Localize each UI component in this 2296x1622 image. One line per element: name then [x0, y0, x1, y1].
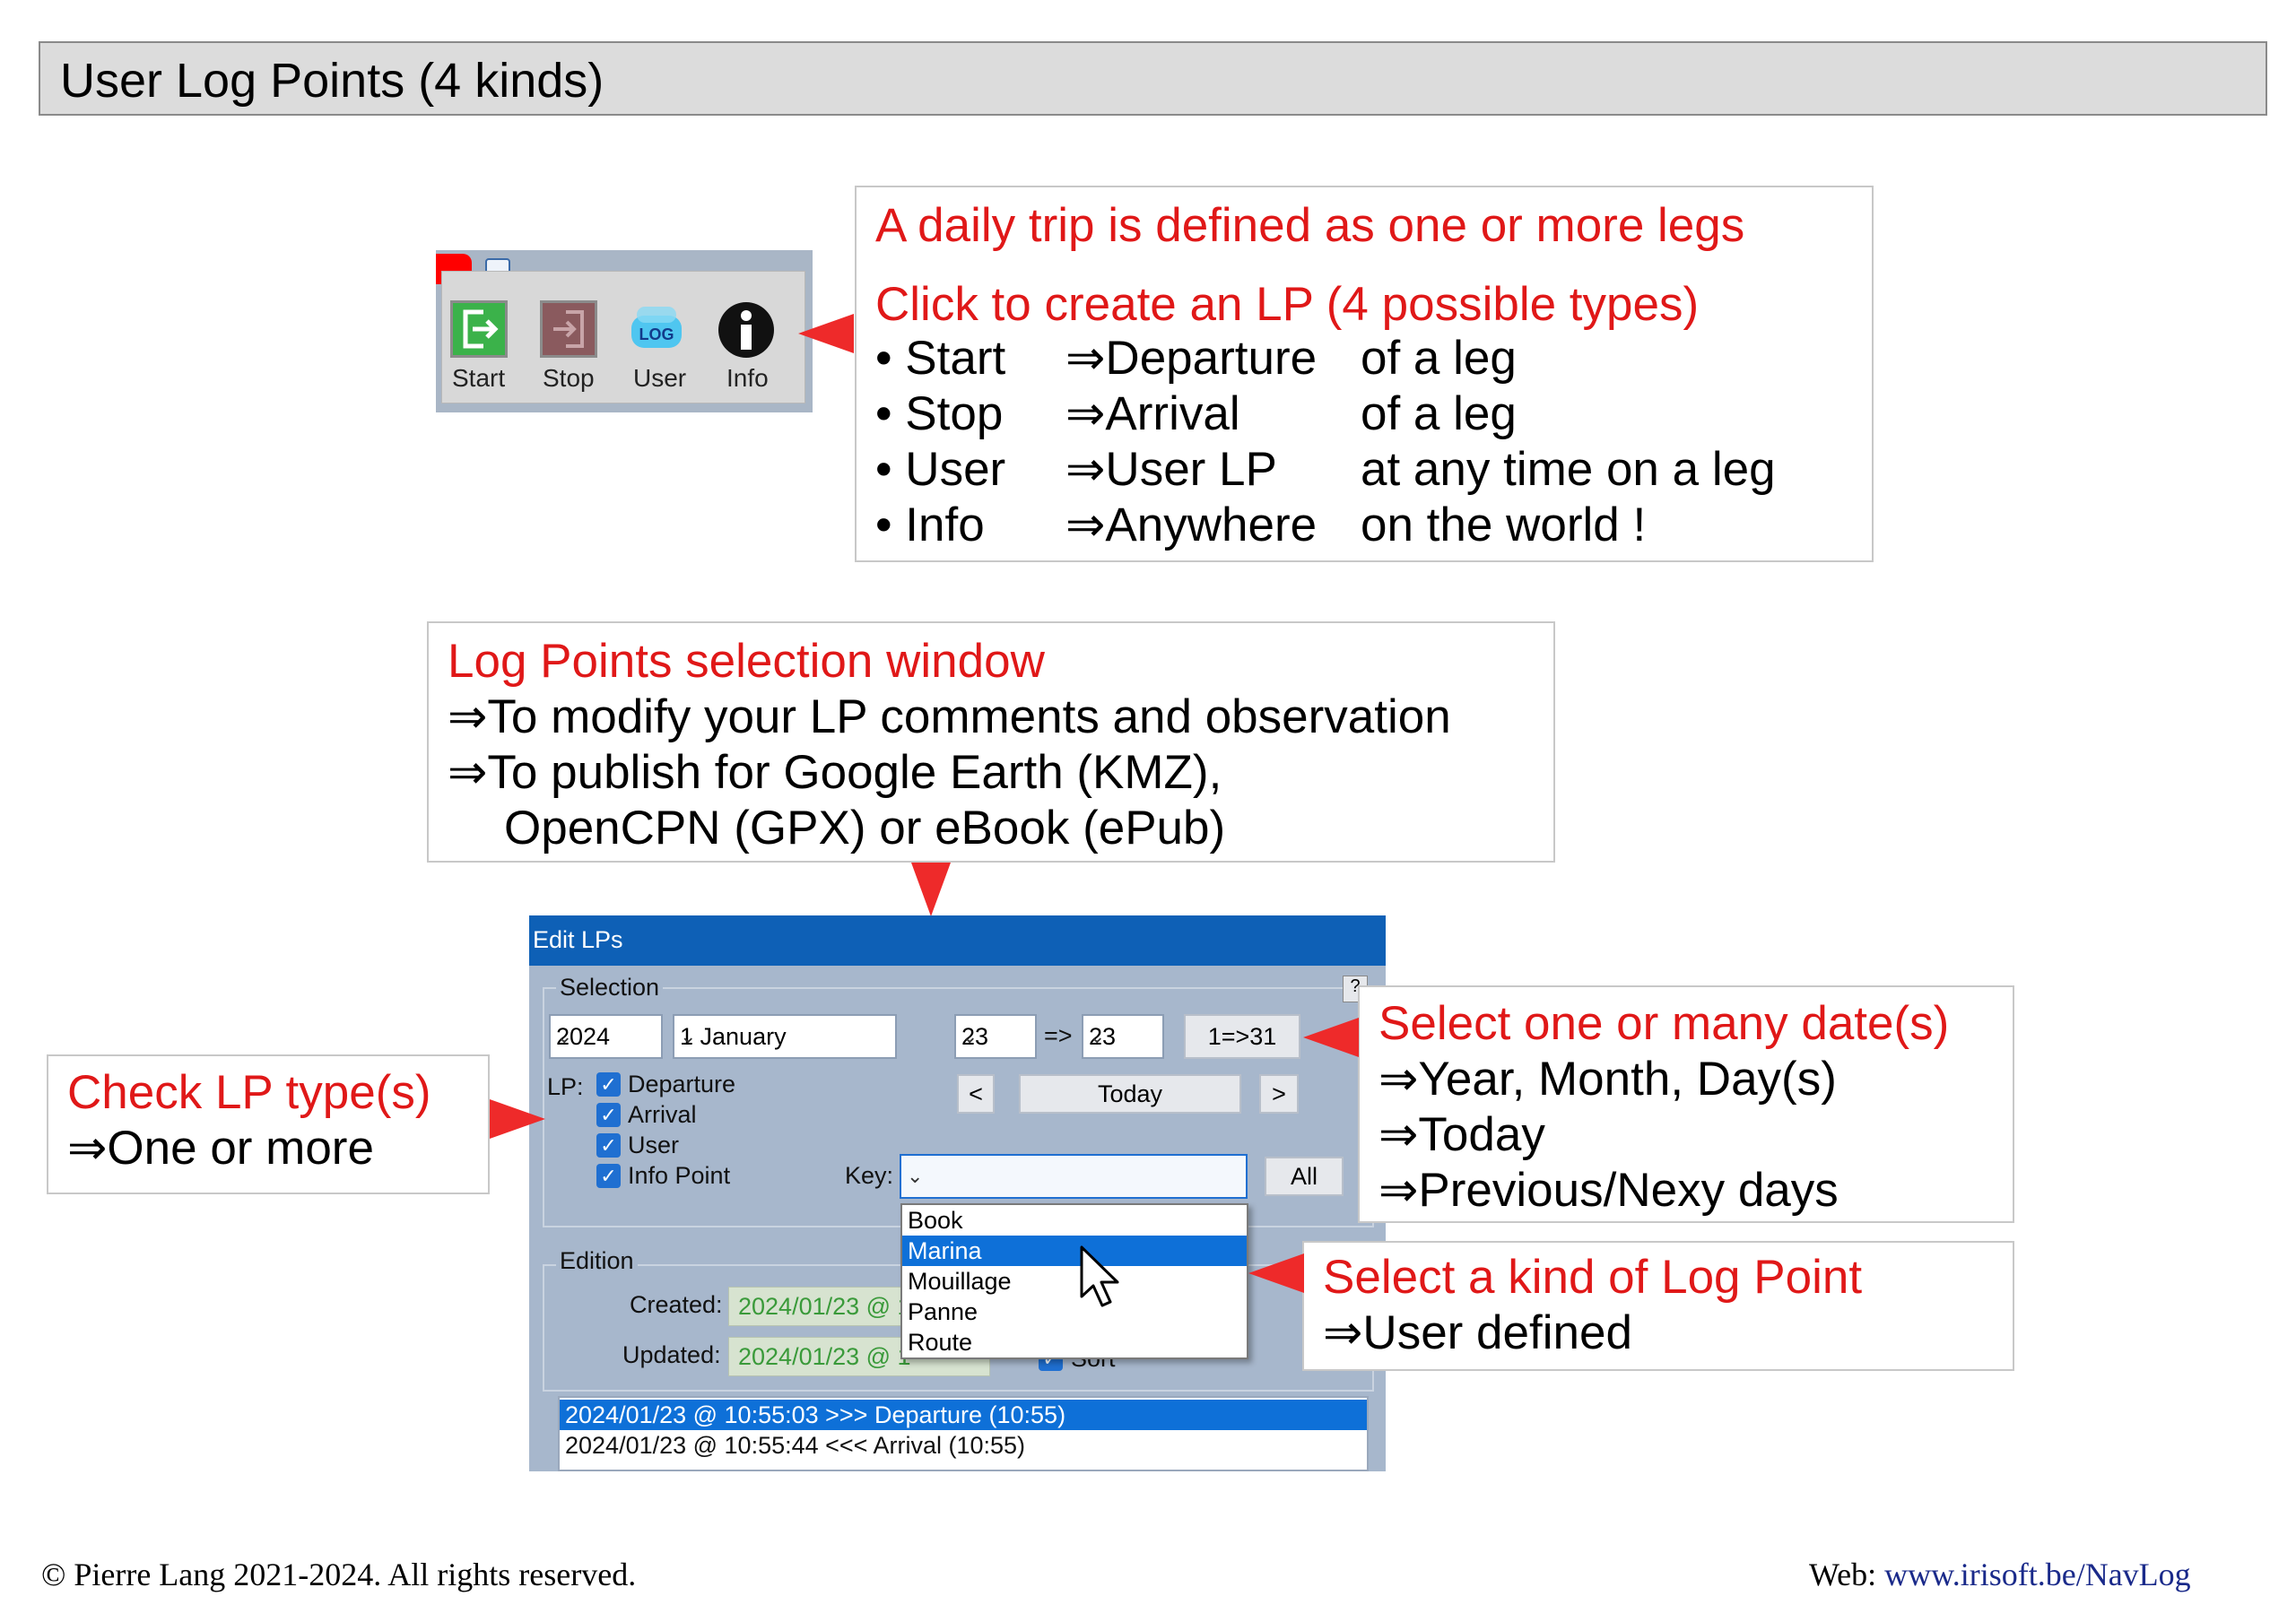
list-item[interactable]: 2024/01/23 @ 10:55:03 >>> Departure (10:… — [560, 1400, 1367, 1430]
web-footer: Web: www.irisoft.be/NavLog — [1809, 1556, 2191, 1593]
info-point-checkbox[interactable]: ✓ — [596, 1164, 621, 1188]
lp-type-label: LP: — [547, 1073, 584, 1100]
user-button[interactable]: LOG — [628, 303, 685, 355]
month-range-button[interactable]: 1=>31 — [1184, 1014, 1300, 1059]
callout-kind-heading: Select a kind of Log Point — [1323, 1251, 1863, 1304]
callout-select-dates: Select one or many date(s) ⇒Year, Month,… — [1358, 985, 2014, 1223]
today-button[interactable]: Today — [1019, 1074, 1241, 1114]
callout-trip-types: A daily trip is defined as one or more l… — [855, 186, 1874, 562]
web-link[interactable]: www.irisoft.be/NavLog — [1884, 1557, 2191, 1592]
day-from-select[interactable]: 23 ⌄ — [954, 1014, 1037, 1059]
user-label: User — [633, 364, 687, 392]
copyright-text: © Pierre Lang 2021-2024. All rights rese… — [41, 1557, 637, 1592]
lp-type-item: • Info — [875, 499, 985, 551]
callout-select-kind: Select a kind of Log Point ⇒User defined — [1302, 1241, 2014, 1371]
pointer-arrow-icon — [911, 863, 951, 916]
day-to-select[interactable]: 23 ⌄ — [1082, 1014, 1164, 1059]
dropdown-option-panne[interactable]: Panne — [902, 1297, 1247, 1327]
lp-type-item: • User — [875, 443, 1006, 496]
callout-selection-heading: Log Points selection window — [448, 635, 1045, 688]
mouse-cursor-icon — [1080, 1245, 1119, 1307]
key-label: Key: — [845, 1162, 894, 1189]
lp-type-item: • Start — [875, 332, 1006, 385]
window-title: Edit LPs — [533, 926, 623, 953]
user-label: User — [628, 1132, 680, 1158]
created-label: Created: — [630, 1291, 723, 1318]
lp-type-item: • Stop — [875, 387, 1004, 440]
info-label: Info — [726, 364, 769, 392]
callout-dates-heading: Select one or many date(s) — [1378, 997, 1950, 1050]
start-button[interactable] — [450, 300, 508, 358]
callout-trip-heading: A daily trip is defined as one or more l… — [875, 199, 1745, 252]
key-select[interactable]: ⌄ — [900, 1154, 1248, 1199]
page-title-bar: User Log Points (4 kinds) — [39, 41, 2267, 116]
web-label: Web: — [1809, 1557, 1885, 1592]
next-day-button[interactable]: > — [1259, 1074, 1299, 1114]
callout-check-types: Check LP type(s) ⇒One or more — [47, 1054, 490, 1194]
edition-group-label: Edition — [556, 1247, 638, 1275]
page-title: User Log Points (4 kinds) — [60, 54, 604, 108]
updated-label: Updated: — [622, 1341, 721, 1368]
window-titlebar: Edit LPs — [529, 915, 1386, 966]
range-separator: => — [1044, 1022, 1073, 1049]
dropdown-option-book[interactable]: Book — [902, 1205, 1247, 1236]
year-select[interactable]: 2024 ⌄ — [549, 1014, 663, 1059]
info-point-label: Info Point — [628, 1162, 731, 1189]
info-icon — [718, 302, 774, 358]
pointer-arrow-icon — [798, 314, 854, 353]
svg-text:LOG: LOG — [639, 325, 674, 343]
enter-arrow-icon — [553, 310, 584, 348]
month-select[interactable]: 1 January ⌄ — [673, 1014, 897, 1059]
stop-label: Stop — [543, 364, 595, 392]
pointer-arrow-icon — [1248, 1253, 1304, 1293]
arrival-label: Arrival — [628, 1101, 697, 1128]
exit-arrow-icon — [463, 309, 499, 349]
callout-click-heading: Click to create an LP (4 possible types) — [875, 278, 1700, 331]
departure-checkbox[interactable]: ✓ — [596, 1072, 621, 1097]
prev-day-button[interactable]: < — [957, 1074, 995, 1114]
log-icon: LOG — [631, 307, 682, 348]
user-checkbox[interactable]: ✓ — [596, 1133, 621, 1158]
all-button[interactable]: All — [1265, 1157, 1344, 1196]
callout-selection-window: Log Points selection window ⇒To modify y… — [427, 621, 1555, 863]
key-dropdown-list[interactable]: Book Marina Mouillage Panne Route — [900, 1203, 1248, 1359]
dropdown-option-route[interactable]: Route — [902, 1327, 1247, 1357]
departure-label: Departure — [628, 1071, 736, 1097]
selection-group-label: Selection — [556, 974, 664, 1002]
list-item[interactable]: 2024/01/23 @ 10:55:44 <<< Arrival (10:55… — [560, 1430, 1367, 1461]
dropdown-option-mouillage[interactable]: Mouillage — [902, 1266, 1247, 1297]
pointer-arrow-icon — [490, 1099, 545, 1139]
info-button[interactable] — [718, 301, 775, 359]
lp-list[interactable]: 2024/01/23 @ 10:55:03 >>> Departure (10:… — [558, 1396, 1369, 1471]
arrival-checkbox[interactable]: ✓ — [596, 1103, 621, 1127]
dropdown-option-marina[interactable]: Marina — [902, 1236, 1247, 1266]
start-label: Start — [452, 364, 506, 392]
callout-check-heading: Check LP type(s) — [67, 1066, 431, 1119]
pointer-arrow-icon — [1303, 1018, 1359, 1057]
stop-button[interactable] — [540, 300, 597, 358]
